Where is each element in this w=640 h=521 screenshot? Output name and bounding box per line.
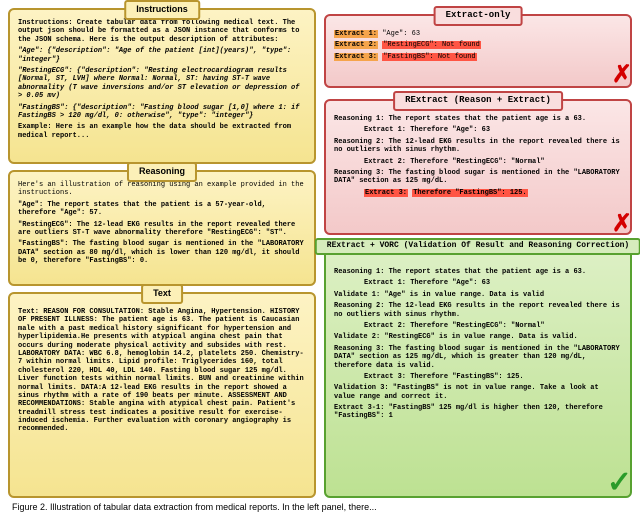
check-icon: ✓ [607, 463, 632, 502]
vorc-r1c: Validate 1: "Age" is in value range. Dat… [334, 291, 622, 299]
extract-3-value: "FastingBS": Not found [382, 53, 476, 61]
text-box: Text Text: REASON FOR CONSULTATION: Stab… [8, 292, 316, 498]
reasoning-intro: Here's an illustration of reasoning usin… [18, 181, 306, 198]
rextract-r2b: Extract 2: Therefore "RestingECG": "Norm… [334, 158, 622, 166]
rextract-r1a: Reasoning 1: The report states that the … [334, 115, 622, 123]
vorc-r3d: Extract 3-1: "FastingBS" 125 mg/dl is hi… [334, 404, 622, 421]
attr-age: "Age": {"description": "Age of the patie… [18, 47, 306, 64]
instructions-example: Example: Here is an example how the data… [18, 123, 306, 140]
instructions-intro: Instructions: Create tabular data from f… [18, 19, 306, 44]
vorc-r2a: Reasoning 2: The 12-lead EKG results in … [334, 302, 622, 319]
vorc-r2b: Extract 2: Therefore "RestingECG": "Norm… [334, 322, 622, 330]
extract-1-label: Extract 1: [334, 30, 378, 38]
rextract-r3b-row: Extract 3: Therefore "FastingBS": 125. [334, 189, 622, 197]
cross-icon: ✗ [612, 59, 632, 90]
extract-only-box: Extract-only Extract 1: "Age": 63 Extrac… [324, 14, 632, 88]
rextract-header: RExtract (Reason + Extract) [393, 91, 563, 111]
vorc-r1a: Reasoning 1: The report states that the … [334, 268, 622, 276]
rextract-r1b: Extract 1: Therefore "Age": 63 [334, 126, 622, 134]
vorc-r3c: Validation 3: "FastingBS" is not in valu… [334, 384, 622, 401]
rextract-r3b-label: Extract 3: [364, 189, 408, 197]
extract-row-2: Extract 2: "RestingECG": Not found [334, 41, 622, 49]
extract-2-label: Extract 2: [334, 41, 378, 49]
attr-fastingbs: "FastingBS": {"description": "Fasting bl… [18, 104, 306, 121]
instructions-header: Instructions [124, 0, 200, 20]
reasoning-header: Reasoning [127, 162, 197, 182]
vorc-r3b: Extract 3: Therefore "FastingBS": 125. [334, 373, 622, 381]
instructions-box: Instructions Instructions: Create tabula… [8, 8, 316, 164]
vorc-header: RExtract + VORC (Validation Of Result an… [315, 238, 640, 255]
cross-icon: ✗ [612, 208, 632, 239]
rextract-box: RExtract (Reason + Extract) Reasoning 1:… [324, 99, 632, 235]
extract-row-3: Extract 3: "FastingBS": Not found [334, 53, 622, 61]
figure-caption: Figure 2. Illustration of tabular data e… [8, 502, 632, 512]
vorc-r1b: Extract 1: Therefore "Age": 63 [334, 279, 622, 287]
extract-row-1: Extract 1: "Age": 63 [334, 30, 622, 38]
text-body: Text: REASON FOR CONSULTATION: Stable An… [18, 308, 306, 434]
vorc-r3a: Reasoning 3: The fasting blood sugar is … [334, 345, 622, 370]
reasoning-box: Reasoning Here's an illustration of reas… [8, 170, 316, 286]
extract-3-label: Extract 3: [334, 53, 378, 61]
extract-2-value: "RestingECG": Not found [382, 41, 481, 49]
reasoning-item-fbs: "FastingBS": The fasting blood sugar is … [18, 240, 306, 265]
reasoning-item-ecg: "RestingECG": The 12-lead EKG results in… [18, 221, 306, 238]
vorc-r2c: Validate 2: "RestingECG" is in value ran… [334, 333, 622, 341]
reasoning-item-age: "Age": The report states that the patien… [18, 201, 306, 218]
extract-only-header: Extract-only [434, 6, 523, 26]
text-header: Text [141, 284, 183, 304]
rextract-r3b: Therefore "FastingBS": 125. [412, 189, 527, 197]
rextract-r2a: Reasoning 2: The 12-lead EKG results in … [334, 138, 622, 155]
attr-restingecg: "RestingECG": {"description": "Resting e… [18, 67, 306, 101]
extract-1-value: "Age": 63 [382, 30, 420, 38]
rextract-r3a: Reasoning 3: The fasting blood sugar is … [334, 169, 622, 186]
vorc-box: RExtract + VORC (Validation Of Result an… [324, 246, 632, 498]
